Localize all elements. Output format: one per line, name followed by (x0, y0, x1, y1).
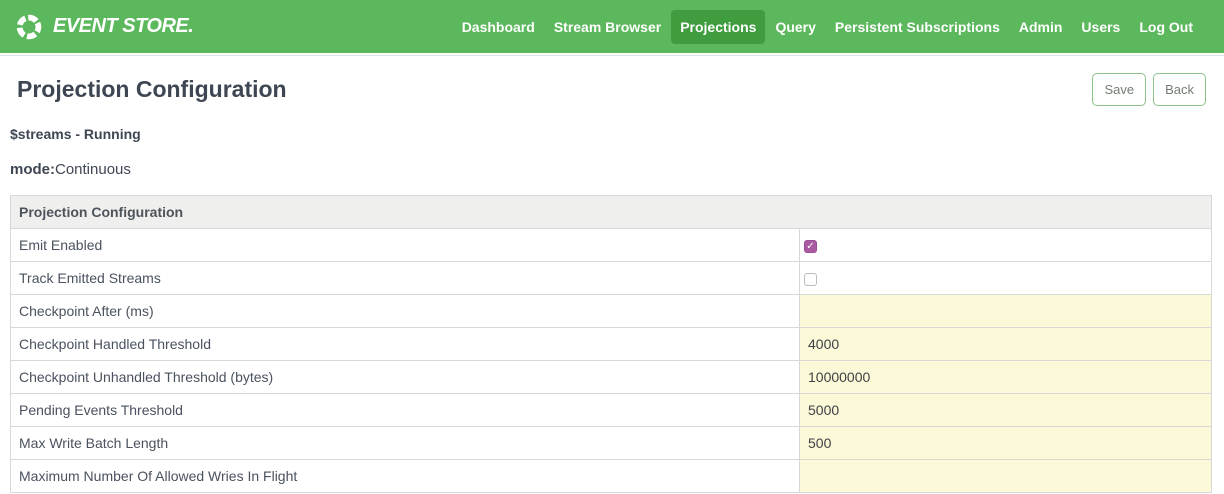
header-buttons: Save Back (1092, 73, 1206, 106)
config-value (800, 427, 1212, 460)
config-row-maximum-number-of-allowed-wries-in-flight: Maximum Number Of Allowed Wries In Fligh… (11, 460, 1212, 493)
nav-item-dashboard[interactable]: Dashboard (453, 10, 544, 44)
event-store-logo-icon (14, 12, 44, 42)
nav-item-stream-browser[interactable]: Stream Browser (545, 10, 670, 44)
brand[interactable]: EVENT STORE. (14, 12, 193, 42)
config-value (800, 328, 1212, 361)
config-value (800, 262, 1212, 295)
config-row-pending-events-threshold: Pending Events Threshold (11, 394, 1212, 427)
config-row-checkpoint-unhandled-threshold-bytes: Checkpoint Unhandled Threshold (bytes) (11, 361, 1212, 394)
config-label: Emit Enabled (11, 229, 800, 262)
table-header-row: Projection Configuration (11, 196, 1212, 229)
config-value (800, 361, 1212, 394)
maximum-number-of-allowed-wries-in-flight-input[interactable] (800, 460, 1211, 492)
config-label: Track Emitted Streams (11, 262, 800, 295)
projection-mode: mode:Continuous (10, 161, 1224, 178)
checkpoint-after-ms-input[interactable] (800, 295, 1211, 327)
checkpoint-handled-threshold-input[interactable] (800, 328, 1211, 360)
nav-item-projections[interactable]: Projections (671, 10, 765, 44)
nav-item-persistent-subscriptions[interactable]: Persistent Subscriptions (826, 10, 1009, 44)
config-label: Checkpoint After (ms) (11, 295, 800, 328)
nav-item-users[interactable]: Users (1072, 10, 1129, 44)
mode-value: Continuous (55, 161, 131, 178)
mode-label: mode: (10, 161, 55, 178)
track-emitted-streams-checkbox[interactable] (804, 273, 817, 286)
back-button[interactable]: Back (1153, 73, 1206, 106)
config-value (800, 460, 1212, 493)
config-value: ✓ (800, 229, 1212, 262)
header-divider (0, 53, 1224, 56)
top-navbar: EVENT STORE. DashboardStream BrowserProj… (0, 0, 1224, 53)
page-title: Projection Configuration (17, 76, 287, 103)
config-row-max-write-batch-length: Max Write Batch Length (11, 427, 1212, 460)
nav-item-query[interactable]: Query (766, 10, 824, 44)
config-label: Max Write Batch Length (11, 427, 800, 460)
nav-item-admin[interactable]: Admin (1010, 10, 1072, 44)
emit-enabled-checkbox[interactable]: ✓ (804, 240, 817, 253)
projection-config-table: Projection Configuration Emit Enabled ✓ Tr… (10, 195, 1212, 493)
config-value (800, 295, 1212, 328)
config-label: Pending Events Threshold (11, 394, 800, 427)
config-label: Maximum Number Of Allowed Wries In Fligh… (11, 460, 800, 493)
config-row-emit-enabled: Emit Enabled ✓ (11, 229, 1212, 262)
brand-text: EVENT STORE. (53, 15, 193, 38)
pending-events-threshold-input[interactable] (800, 394, 1211, 426)
max-write-batch-length-input[interactable] (800, 427, 1211, 459)
save-button[interactable]: Save (1092, 73, 1146, 106)
projection-status: $streams - Running (10, 126, 1224, 142)
checkpoint-unhandled-threshold-bytes-input[interactable] (800, 361, 1211, 393)
nav-menu: DashboardStream BrowserProjectionsQueryP… (452, 10, 1202, 44)
table-header: Projection Configuration (11, 196, 1212, 229)
config-row-checkpoint-after-ms: Checkpoint After (ms) (11, 295, 1212, 328)
config-label: Checkpoint Unhandled Threshold (bytes) (11, 361, 800, 394)
config-value (800, 394, 1212, 427)
config-label: Checkpoint Handled Threshold (11, 328, 800, 361)
config-row-track-emitted-streams: Track Emitted Streams (11, 262, 1212, 295)
page-header: Projection Configuration Save Back (17, 72, 1206, 106)
nav-item-log-out[interactable]: Log Out (1130, 10, 1202, 44)
config-row-checkpoint-handled-threshold: Checkpoint Handled Threshold (11, 328, 1212, 361)
